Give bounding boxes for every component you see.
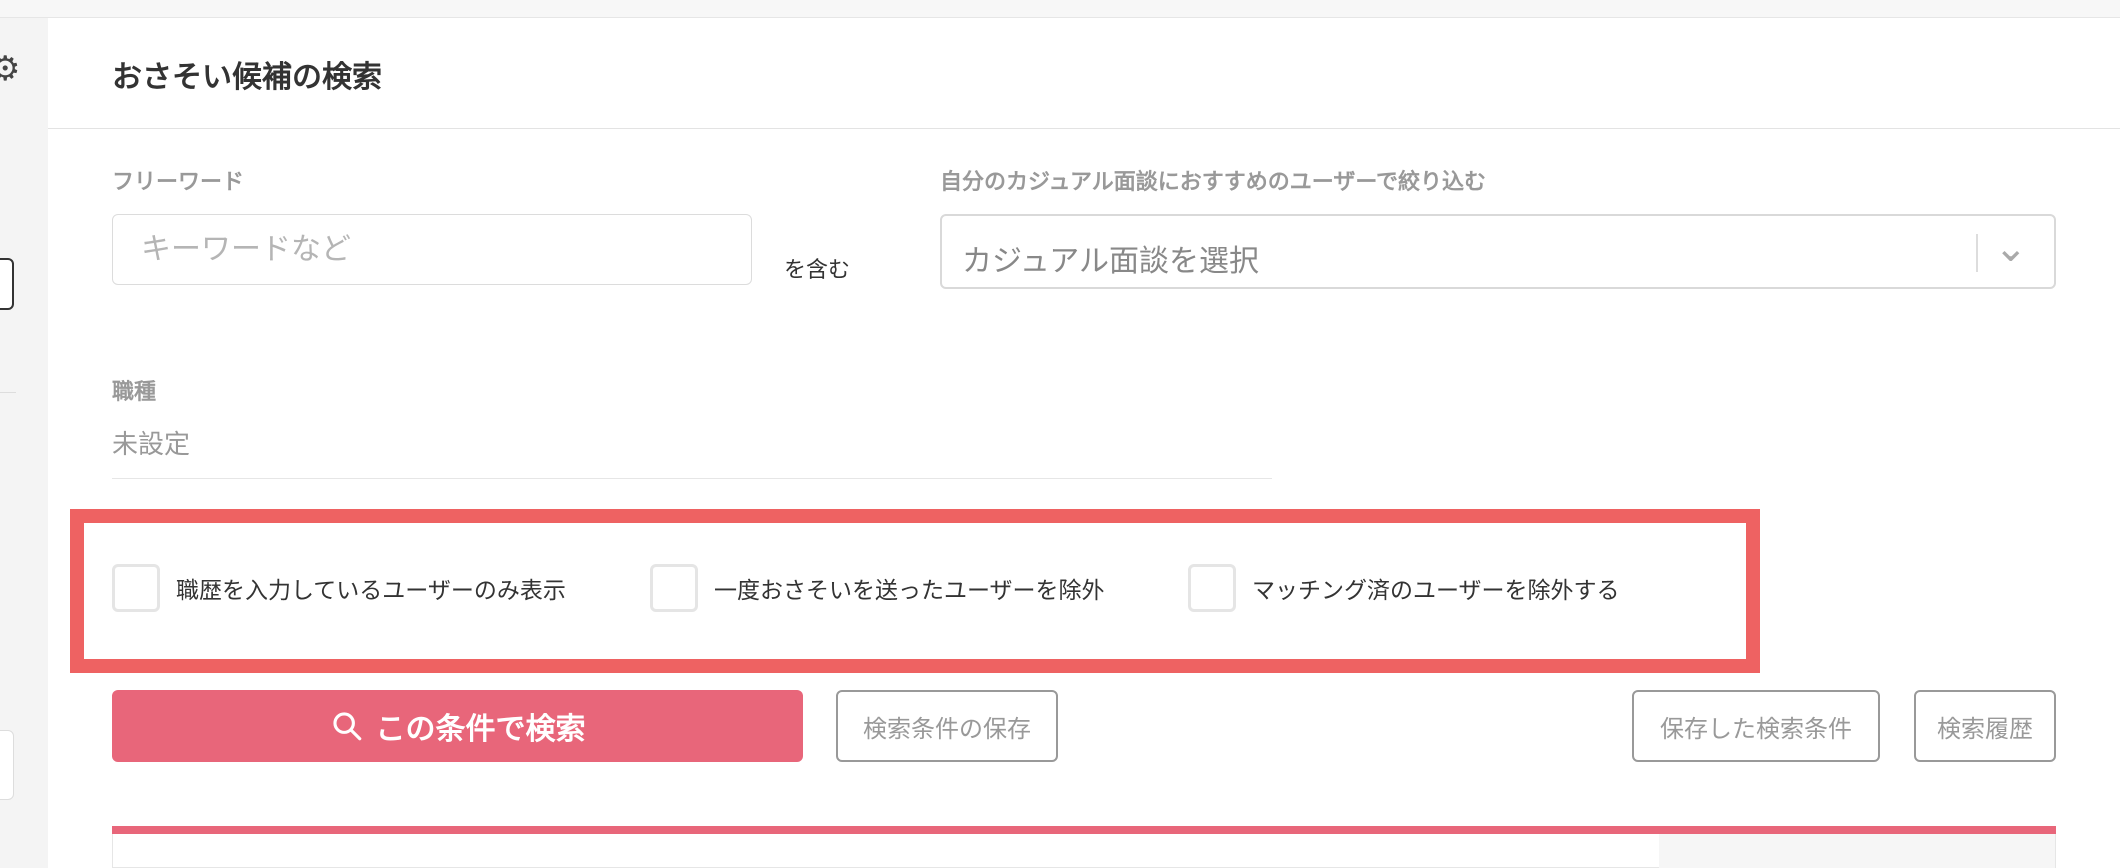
job-type-underline (112, 478, 1272, 479)
select-separator (1976, 234, 1978, 272)
gear-icon[interactable]: ⚙ (0, 52, 20, 86)
casual-filter-label: 自分のカジュアル面談におすすめのユーザーで絞り込む (940, 170, 1487, 195)
checkbox[interactable] (1188, 564, 1236, 612)
top-bar (0, 0, 2120, 18)
search-history-button[interactable]: 検索履歴 (1914, 690, 2056, 762)
sidebar-divider (0, 392, 16, 393)
casual-interview-select-value: カジュアル面談を選択 (962, 244, 1259, 279)
checkbox[interactable] (650, 564, 698, 612)
freeword-suffix: を含む (784, 258, 851, 283)
job-type-label: 職種 (112, 380, 157, 405)
filter-exclude-matched[interactable]: マッチング済のユーザーを除外する (1188, 563, 1620, 613)
results-accent-bar (112, 826, 2056, 834)
checkbox-label: 職歴を入力しているユーザーのみ表示 (176, 578, 566, 604)
freeword-input[interactable] (112, 214, 752, 285)
casual-interview-select[interactable]: カジュアル面談を選択 ⌄ (940, 214, 2056, 289)
checkbox-label: 一度おさそいを送ったユーザーを除外 (714, 578, 1105, 604)
results-card-side (1659, 834, 2055, 868)
search-icon (332, 712, 361, 741)
checkbox-label: マッチング済のユーザーを除外する (1252, 578, 1620, 604)
search-panel: おさそい候補の検索 フリーワード を含む 自分のカジュアル面談におすすめのユーザ… (48, 18, 2120, 868)
sidebar: ⚙ (0, 18, 48, 868)
page-title: おさそい候補の検索 (112, 60, 382, 95)
filter-work-history-only[interactable]: 職歴を入力しているユーザーのみ表示 (112, 563, 566, 613)
chevron-down-icon[interactable]: ⌄ (1994, 228, 2028, 268)
checkbox[interactable] (112, 564, 160, 612)
job-type-select[interactable]: 未設定 (112, 424, 190, 461)
saved-searches-button[interactable]: 保存した検索条件 (1632, 690, 1880, 762)
sidebar-nav-item[interactable] (0, 258, 14, 310)
filter-exclude-already-invited[interactable]: 一度おさそいを送ったユーザーを除外 (650, 563, 1105, 613)
search-button[interactable]: この条件で検索 (112, 690, 803, 762)
panel-header: おさそい候補の検索 (48, 18, 2120, 129)
results-card (112, 834, 2056, 868)
freeword-label: フリーワード (112, 170, 245, 195)
save-search-button[interactable]: 検索条件の保存 (836, 690, 1058, 762)
sidebar-nav-item[interactable] (0, 730, 14, 800)
search-button-label: この条件で検索 (375, 712, 586, 747)
